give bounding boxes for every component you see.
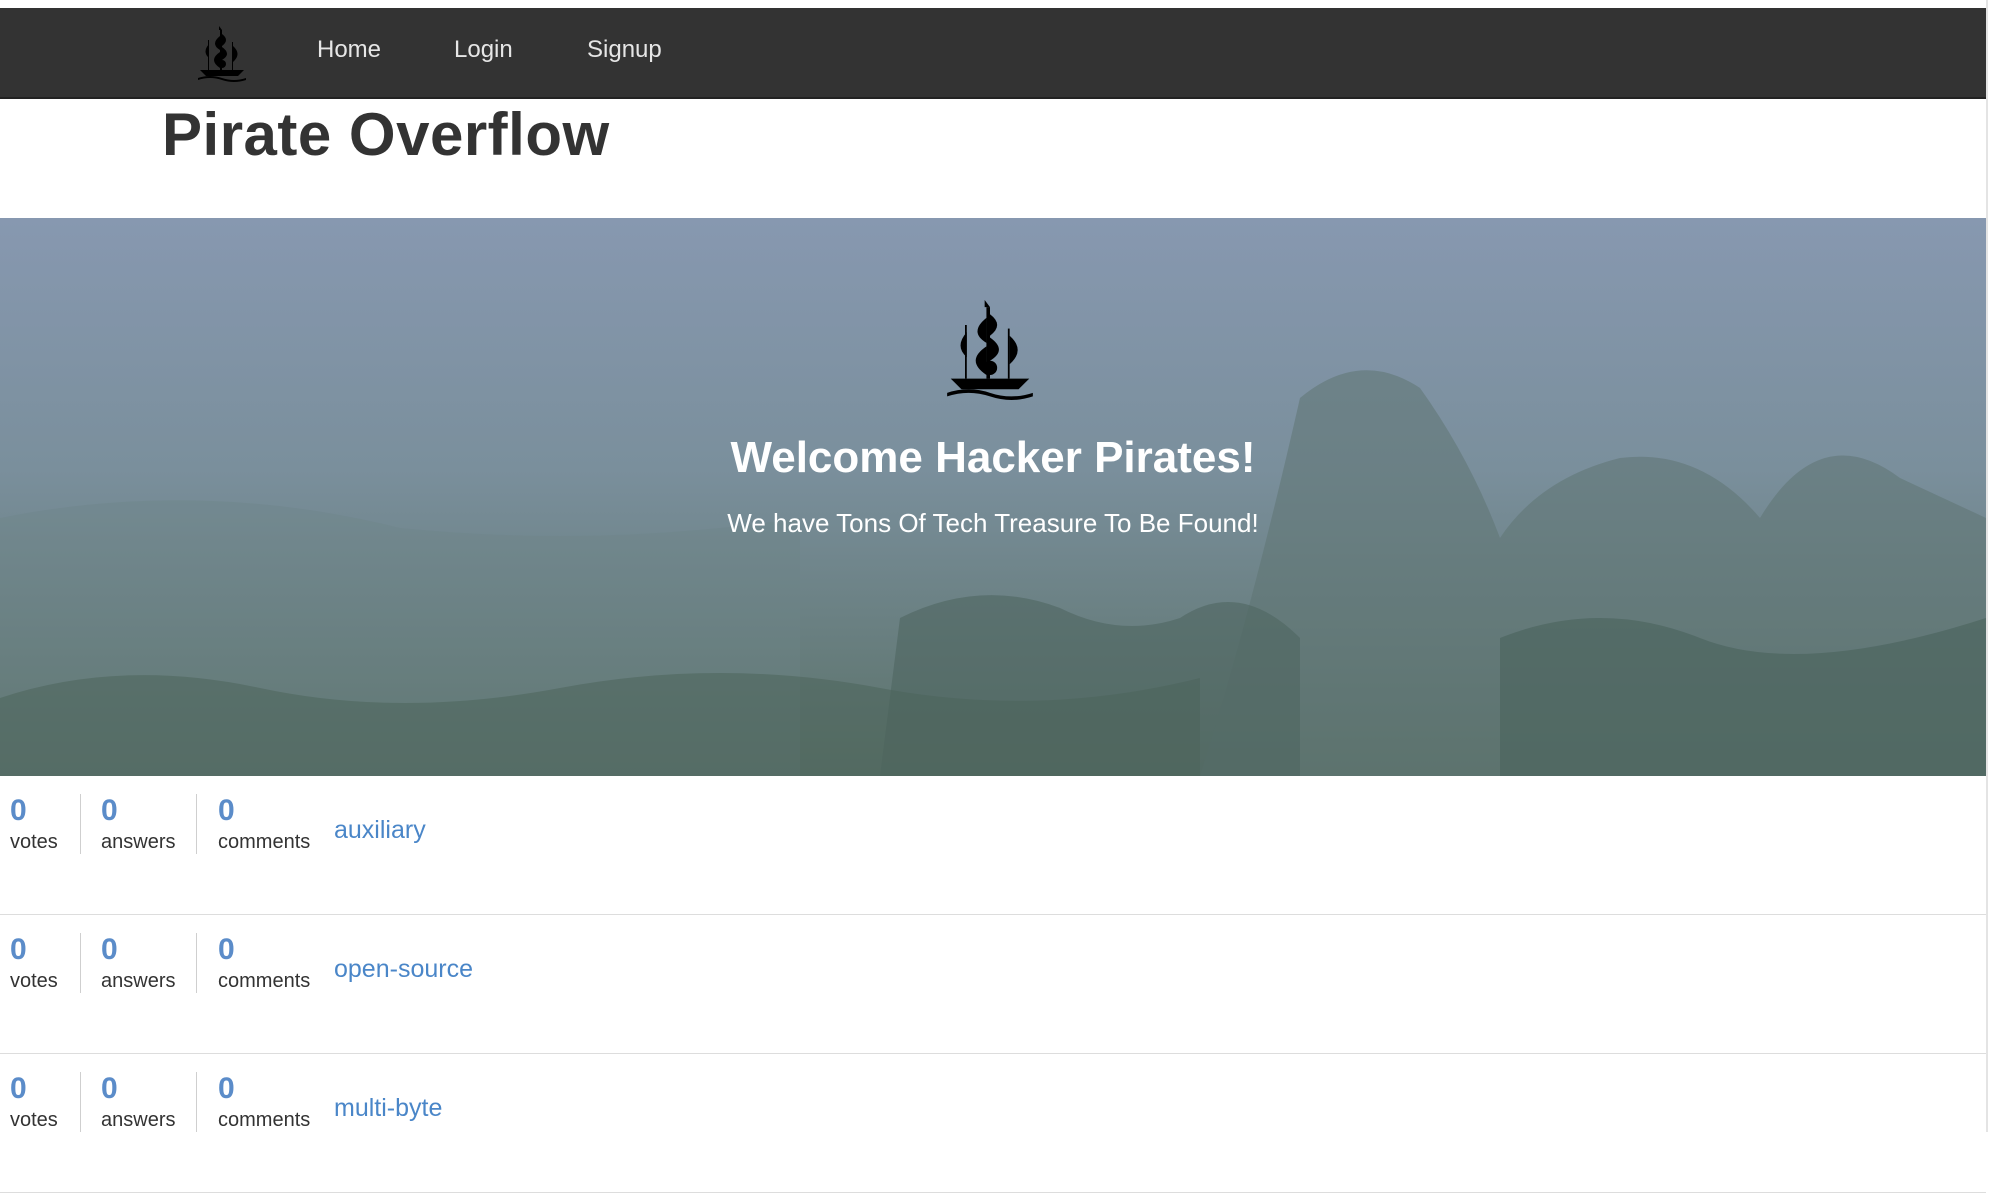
vote-count-value: 0: [10, 794, 27, 827]
question-list: 0 votes 0 answers 0 comments auxiliary 0…: [0, 776, 1986, 1193]
comment-count-label: comments: [218, 1109, 311, 1131]
hero-subtitle: We have Tons Of Tech Treasure To Be Foun…: [727, 508, 1259, 538]
comment-count-label: comments: [218, 970, 311, 992]
nav-link-home[interactable]: Home: [317, 36, 381, 64]
navbar: Home Login Signup: [0, 8, 1986, 99]
list-item: 0 votes 0 answers 0 comments auxiliary: [0, 776, 1986, 915]
vote-count: 0 votes: [10, 1072, 58, 1136]
top-strip: [0, 0, 1986, 8]
vote-count: 0 votes: [10, 794, 58, 858]
vote-count-value: 0: [10, 933, 27, 966]
nav-link-login[interactable]: Login: [454, 36, 513, 64]
question-title-link[interactable]: auxiliary: [334, 816, 426, 845]
answer-count-label: answers: [101, 1109, 176, 1131]
comment-count: 0 comments: [218, 1072, 310, 1136]
divider: [80, 933, 81, 993]
comment-count-value: 0: [218, 794, 235, 827]
answer-count: 0 answers: [101, 933, 175, 997]
vote-count-label: votes: [10, 1109, 58, 1131]
list-item: 0 votes 0 answers 0 comments open-source: [0, 915, 1986, 1054]
nav-link-signup[interactable]: Signup: [587, 36, 662, 64]
vote-count-label: votes: [10, 970, 58, 992]
answer-count-value: 0: [101, 1072, 118, 1105]
answer-count-value: 0: [101, 933, 118, 966]
vote-count: 0 votes: [10, 933, 58, 997]
pirate-ship-icon: [947, 300, 1033, 400]
answer-count-label: answers: [101, 831, 176, 853]
answer-count-label: answers: [101, 970, 176, 992]
comment-count: 0 comments: [218, 794, 310, 858]
vote-count-label: votes: [10, 831, 58, 853]
divider: [80, 1072, 81, 1132]
vote-count-value: 0: [10, 1072, 27, 1105]
question-title-link[interactable]: open-source: [334, 955, 473, 984]
pirate-ship-icon[interactable]: [196, 26, 248, 82]
answer-count: 0 answers: [101, 794, 175, 858]
question-title-link[interactable]: multi-byte: [334, 1094, 442, 1123]
comment-count-value: 0: [218, 1072, 235, 1105]
list-item: 0 votes 0 answers 0 comments multi-byte: [0, 1054, 1986, 1193]
divider: [80, 794, 81, 854]
hero-title: Welcome Hacker Pirates!: [730, 433, 1256, 482]
comment-count-label: comments: [218, 831, 311, 853]
page-scrollbar[interactable]: [1986, 0, 2006, 1132]
hero-banner: Welcome Hacker Pirates! We have Tons Of …: [0, 218, 1986, 776]
page-title: Pirate Overflow: [162, 101, 610, 168]
answer-count-value: 0: [101, 794, 118, 827]
comment-count: 0 comments: [218, 933, 310, 997]
divider: [196, 794, 197, 854]
answer-count: 0 answers: [101, 1072, 175, 1136]
comment-count-value: 0: [218, 933, 235, 966]
divider: [196, 1072, 197, 1132]
divider: [196, 933, 197, 993]
